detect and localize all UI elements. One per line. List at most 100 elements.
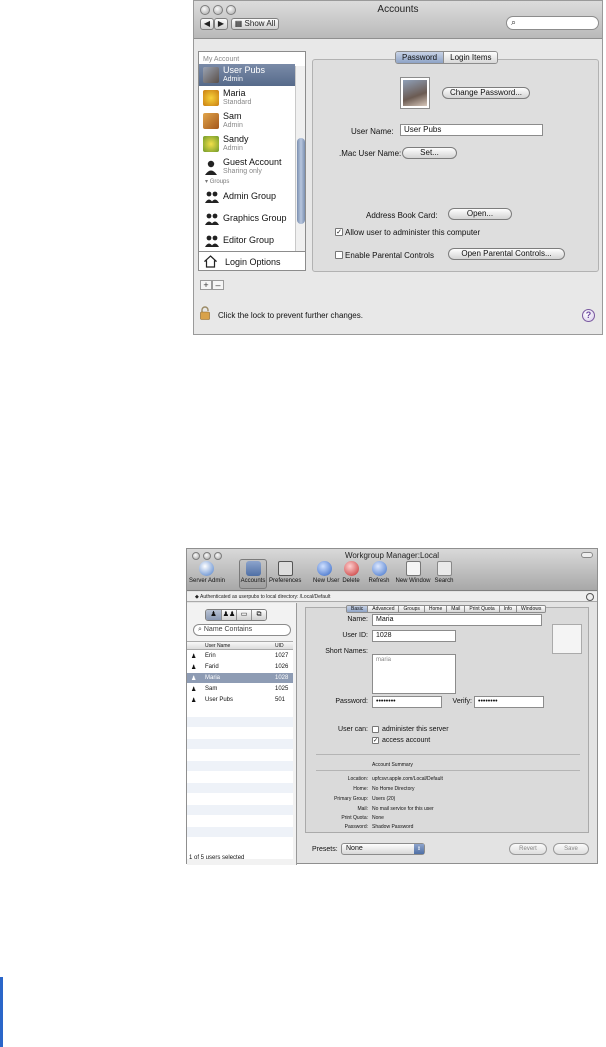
maria-avatar xyxy=(203,90,219,106)
delete-button[interactable]: Delete xyxy=(340,561,362,584)
password-label: Password: xyxy=(335,698,368,705)
table-row[interactable]: ♟ Erin 1027 xyxy=(187,651,293,661)
revert-button[interactable]: Revert xyxy=(509,843,547,855)
presets-value: None xyxy=(346,845,363,852)
save-button[interactable]: Save xyxy=(553,843,589,855)
authentication-bar: ◆ Authenticated as userpubs to local dir… xyxy=(187,592,597,602)
new-window-button[interactable]: New Window xyxy=(394,561,432,584)
selection-status: 1 of 5 users selected xyxy=(189,855,245,861)
tab-login-items[interactable]: Login Items xyxy=(443,52,498,63)
summary-label: Password: xyxy=(344,824,368,830)
tab-home[interactable]: Home xyxy=(423,606,447,612)
summary-value: No Home Directory xyxy=(372,786,415,792)
account-item-guest[interactable]: Guest Account Sharing only xyxy=(199,156,295,178)
tab-mail[interactable]: Mail xyxy=(446,606,465,612)
password-field[interactable]: •••••••• xyxy=(372,696,442,708)
account-item-sam[interactable]: Sam Admin xyxy=(199,110,295,132)
group-icon xyxy=(205,191,219,203)
short-names-list[interactable]: maria xyxy=(372,654,456,694)
computer-lists-tab[interactable]: ⧉ xyxy=(251,610,266,620)
user-name-column-header[interactable]: User Name xyxy=(205,642,230,650)
verify-field[interactable]: •••••••• xyxy=(474,696,544,708)
user-pubs-avatar xyxy=(203,67,219,83)
tab-password[interactable]: Password xyxy=(396,52,444,63)
tab-info[interactable]: Info xyxy=(498,606,517,612)
tab-windows[interactable]: Windows xyxy=(516,606,546,612)
allow-admin-checkbox[interactable]: ✓ xyxy=(335,228,343,236)
table-row[interactable]: ♟ User Pubs 501 xyxy=(187,695,293,705)
group-icon xyxy=(205,213,219,225)
account-name: Sam xyxy=(223,111,242,121)
accounts-toolbar-button[interactable]: Accounts xyxy=(239,559,267,589)
user-picture-well[interactable] xyxy=(552,624,582,654)
user-picture-well[interactable] xyxy=(400,77,430,109)
tab-basic[interactable]: Basic xyxy=(347,606,368,612)
groups-tab[interactable]: ♟♟ xyxy=(221,610,236,620)
group-item-admin[interactable]: Admin Group xyxy=(199,187,295,207)
computers-tab[interactable]: ▭ xyxy=(236,610,251,620)
accounts-list: My Account User Pubs Admin Maria Standar… xyxy=(198,51,306,270)
search-toolbar-button[interactable]: Search xyxy=(432,561,456,584)
table-row[interactable]: ♟ Maria 1028 xyxy=(187,673,293,683)
mac-user-name-label: .Mac User Name: xyxy=(339,149,402,158)
change-password-button[interactable]: Change Password... xyxy=(442,87,530,99)
divider xyxy=(316,754,580,755)
search-icon: ⌕ xyxy=(511,17,517,27)
name-label: Name: xyxy=(347,616,368,623)
tab-groups[interactable]: Groups xyxy=(398,606,424,612)
new-user-button[interactable]: New User xyxy=(313,561,339,584)
tab-print-quota[interactable]: Print Quota xyxy=(464,606,499,612)
enable-parental-controls-checkbox[interactable] xyxy=(335,251,343,259)
open-address-card-button[interactable]: Open... xyxy=(448,208,512,220)
accounts-list-scrollbar[interactable] xyxy=(295,66,305,268)
back-button[interactable]: ◀ xyxy=(200,18,214,30)
search-input[interactable]: ⌕ xyxy=(506,16,599,30)
access-account-checkbox[interactable]: ✓ xyxy=(372,737,379,744)
page-margin-bar xyxy=(0,977,3,1047)
lock-icon[interactable] xyxy=(200,306,210,320)
preferences-toolbar-button[interactable]: Preferences xyxy=(269,561,301,584)
table-row[interactable]: ♟ Farid 1026 xyxy=(187,662,293,672)
help-button[interactable]: ? xyxy=(582,309,595,322)
user-id-label: User ID: xyxy=(342,632,368,639)
account-name: Sandy xyxy=(223,134,249,144)
account-item-sandy[interactable]: Sandy Admin xyxy=(199,133,295,155)
table-row[interactable]: ♟ Sam 1025 xyxy=(187,684,293,694)
forward-button[interactable]: ▶ xyxy=(214,18,228,30)
uid-cell: 1027 xyxy=(275,653,289,659)
refresh-button[interactable]: Refresh xyxy=(367,561,391,584)
groups-header-label: Groups xyxy=(209,179,230,185)
administer-server-label: administer this server xyxy=(382,726,449,733)
lock-icon[interactable] xyxy=(586,593,594,601)
user-name-label: User Name: xyxy=(351,127,394,136)
group-item-graphics[interactable]: Graphics Group xyxy=(199,209,295,229)
workgroup-manager-window: Workgroup Manager:Local Server Admin Acc… xyxy=(186,548,598,865)
group-item-editor[interactable]: Editor Group xyxy=(199,231,295,251)
set-mac-name-button[interactable]: Set... xyxy=(402,147,457,159)
user-icon: ♟ xyxy=(191,676,197,682)
add-account-button[interactable]: + xyxy=(200,280,212,290)
summary-label: Print Quota: xyxy=(341,815,368,821)
remove-account-button[interactable]: – xyxy=(212,280,224,290)
tab-advanced[interactable]: Advanced xyxy=(367,606,399,612)
name-search-input[interactable]: ⌕ Name Contains xyxy=(193,624,291,636)
presets-select[interactable]: None ⇕ xyxy=(341,843,425,855)
scrollbar-thumb[interactable] xyxy=(297,138,305,224)
open-parental-controls-button[interactable]: Open Parental Controls... xyxy=(448,248,565,260)
refresh-icon xyxy=(371,561,387,576)
user-id-field[interactable]: 1028 xyxy=(372,630,456,642)
user-name-field[interactable]: User Pubs xyxy=(400,124,543,136)
users-tab[interactable]: ♟ xyxy=(206,610,221,620)
wgm-titlebar: Workgroup Manager:Local Server Admin Acc… xyxy=(187,549,597,591)
account-item-maria[interactable]: Maria Standard xyxy=(199,87,295,109)
name-field[interactable]: Maria xyxy=(372,614,542,626)
user-detail-panel: Basic Advanced Groups Home Mail Print Qu… xyxy=(305,605,589,833)
show-all-button[interactable]: ▦ Show All xyxy=(231,18,279,30)
table-stripe xyxy=(187,761,293,771)
server-admin-button[interactable]: Server Admin xyxy=(189,561,225,584)
administer-server-checkbox[interactable] xyxy=(372,726,379,733)
account-summary-title: Account Summary xyxy=(372,762,413,768)
uid-column-header[interactable]: UID xyxy=(275,642,284,650)
account-item-user-pubs[interactable]: User Pubs Admin xyxy=(199,64,295,86)
login-options-item[interactable]: Login Options xyxy=(198,251,306,271)
